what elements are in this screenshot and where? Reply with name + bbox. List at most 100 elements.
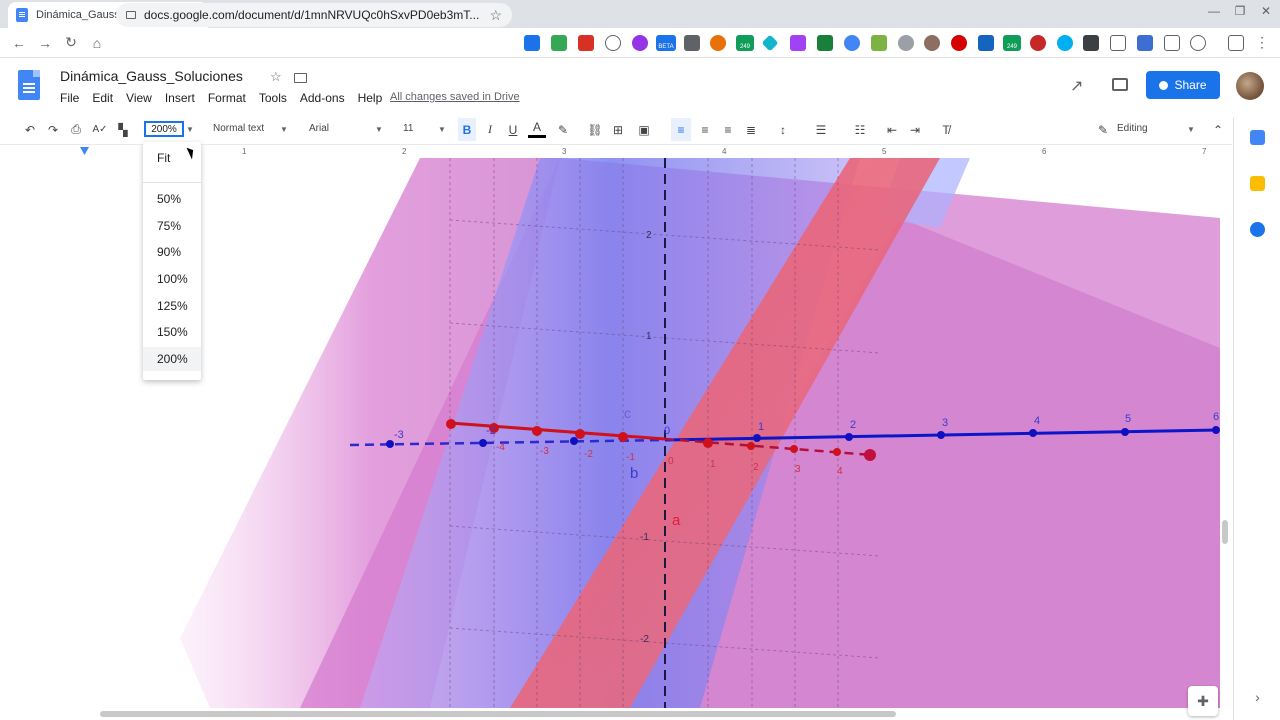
extension-icon[interactable] xyxy=(1110,35,1126,51)
badge-extension-icon[interactable]: 249 xyxy=(736,35,754,51)
extension-icon[interactable] xyxy=(524,35,540,51)
menu-format[interactable]: Format xyxy=(208,91,246,105)
menu-edit[interactable]: Edit xyxy=(92,91,113,105)
menu-file[interactable]: File xyxy=(60,91,79,105)
zoom-option-200[interactable]: 200% xyxy=(143,347,201,371)
print-icon[interactable]: ⎙ xyxy=(66,118,86,141)
paragraph-style-select[interactable]: Normal text xyxy=(213,123,264,134)
vertical-scrollbar[interactable] xyxy=(1222,520,1228,544)
calendar-icon[interactable] xyxy=(1250,130,1265,145)
horizontal-scrollbar[interactable] xyxy=(100,711,896,717)
zoom-option-150[interactable]: 150% xyxy=(143,320,201,344)
italic-icon[interactable]: I xyxy=(481,118,499,141)
style-chevron-down-icon[interactable]: ▼ xyxy=(278,118,290,141)
indent-marker-icon[interactable] xyxy=(80,147,89,155)
line-spacing-icon[interactable]: ↕ xyxy=(773,118,793,141)
align-center-icon[interactable]: ≡ xyxy=(695,118,715,141)
keep-icon[interactable] xyxy=(1250,176,1265,191)
activity-trend-icon[interactable]: ↗ xyxy=(1070,76,1083,96)
mode-chevron-down-icon[interactable]: ▼ xyxy=(1185,118,1197,141)
font-select[interactable]: Arial xyxy=(309,123,329,134)
bulleted-list-icon[interactable]: ☷ xyxy=(845,118,875,141)
menu-insert[interactable]: Insert xyxy=(165,91,195,105)
zoom-option-50[interactable]: 50% xyxy=(143,187,201,211)
spellcheck-icon[interactable]: A✓ xyxy=(90,118,110,141)
paint-format-icon[interactable]: ▚ xyxy=(113,118,133,141)
link-icon[interactable]: ⛓ xyxy=(585,118,605,141)
tasks-icon[interactable] xyxy=(1250,222,1265,237)
extension-icon[interactable] xyxy=(951,35,967,51)
beta-extension-icon[interactable]: BETA xyxy=(656,35,676,51)
extension-icon[interactable] xyxy=(605,35,621,51)
google-docs-logo-icon[interactable] xyxy=(18,70,40,100)
menu-view[interactable]: View xyxy=(126,91,152,105)
expand-panel-icon[interactable]: › xyxy=(1250,690,1265,705)
bookmark-star-icon[interactable]: ☆ xyxy=(489,7,502,24)
zoom-option-125[interactable]: 125% xyxy=(143,294,201,318)
size-chevron-down-icon[interactable]: ▼ xyxy=(436,118,448,141)
extension-icon[interactable] xyxy=(790,35,806,51)
zoom-option-75[interactable]: 75% xyxy=(143,214,201,238)
font-chevron-down-icon[interactable]: ▼ xyxy=(373,118,385,141)
extension-icon[interactable] xyxy=(871,35,887,51)
avatar[interactable] xyxy=(1236,72,1264,100)
browser-menu-icon[interactable]: ⋮ xyxy=(1254,35,1270,51)
reload-icon[interactable]: ↻ xyxy=(58,34,84,51)
font-size-select[interactable]: 11 xyxy=(403,123,413,134)
extension-icon[interactable] xyxy=(632,35,648,51)
comments-icon[interactable] xyxy=(1112,78,1128,91)
increase-indent-icon[interactable]: ⇥ xyxy=(905,118,925,141)
extension-icon[interactable] xyxy=(924,35,940,51)
zoom-select[interactable]: 200% xyxy=(144,121,184,137)
text-color-icon[interactable]: A xyxy=(528,118,546,138)
extension-icon[interactable] xyxy=(978,35,994,51)
extension-icon[interactable] xyxy=(1083,35,1099,51)
document-title[interactable]: Dinámica_Gauss_Soluciones xyxy=(60,68,243,84)
share-button[interactable]: Share xyxy=(1146,71,1220,99)
forward-icon[interactable]: → xyxy=(32,35,58,51)
close-window-icon[interactable]: ✕ xyxy=(1256,4,1276,18)
menu-help[interactable]: Help xyxy=(358,91,383,105)
extension-icon[interactable] xyxy=(844,35,860,51)
collapse-toolbar-icon[interactable]: ⌃ xyxy=(1210,118,1226,141)
decrease-indent-icon[interactable]: ⇤ xyxy=(882,118,902,141)
menu-addons[interactable]: Add-ons xyxy=(300,91,345,105)
extension-icon[interactable] xyxy=(1057,35,1073,51)
extension-icon[interactable] xyxy=(817,35,833,51)
highlight-icon[interactable]: ✎ xyxy=(554,118,572,141)
maximize-window-icon[interactable]: ❐ xyxy=(1230,4,1250,18)
zoom-chevron-down-icon[interactable]: ▼ xyxy=(184,118,196,141)
cast-icon[interactable] xyxy=(1228,35,1244,51)
zoom-option-90[interactable]: 90% xyxy=(143,240,201,264)
zoom-option-100[interactable]: 100% xyxy=(143,267,201,291)
explore-button[interactable]: ✚ xyxy=(1188,686,1218,716)
extension-icon[interactable] xyxy=(1030,35,1046,51)
move-folder-icon[interactable] xyxy=(294,73,307,83)
align-right-icon[interactable]: ≡ xyxy=(718,118,738,141)
minimize-window-icon[interactable]: — xyxy=(1204,4,1224,18)
redo-icon[interactable]: ↷ xyxy=(43,118,63,141)
save-status-link[interactable]: All changes saved in Drive xyxy=(390,91,520,103)
menu-tools[interactable]: Tools xyxy=(259,91,287,105)
extension-icon[interactable] xyxy=(551,35,567,51)
home-icon[interactable]: ⌂ xyxy=(84,35,110,51)
undo-icon[interactable]: ↶ xyxy=(20,118,40,141)
underline-icon[interactable]: U xyxy=(504,118,522,141)
editing-mode-select[interactable]: Editing xyxy=(1117,123,1148,134)
numbered-list-icon[interactable]: ☰ xyxy=(806,118,836,141)
badge-extension-icon[interactable]: 249 xyxy=(1003,35,1021,51)
insert-image-icon[interactable]: ▣ xyxy=(632,118,656,141)
justify-icon[interactable]: ≣ xyxy=(741,118,761,141)
add-comment-icon[interactable]: ⊞ xyxy=(608,118,628,141)
extension-icon[interactable] xyxy=(1190,35,1206,51)
back-icon[interactable]: ← xyxy=(6,35,32,51)
star-icon[interactable]: ☆ xyxy=(270,69,282,85)
extension-icon[interactable] xyxy=(898,35,914,51)
align-left-icon[interactable]: ≡ xyxy=(671,118,691,141)
bold-icon[interactable]: B xyxy=(458,118,476,141)
extension-icon[interactable] xyxy=(1164,35,1180,51)
clear-formatting-icon[interactable]: T̸ xyxy=(936,118,956,141)
extension-icon[interactable] xyxy=(684,35,700,51)
address-bar[interactable]: docs.google.com/document/d/1mnNRVUQc0hSx… xyxy=(116,3,512,27)
extension-icon[interactable] xyxy=(1137,35,1153,51)
